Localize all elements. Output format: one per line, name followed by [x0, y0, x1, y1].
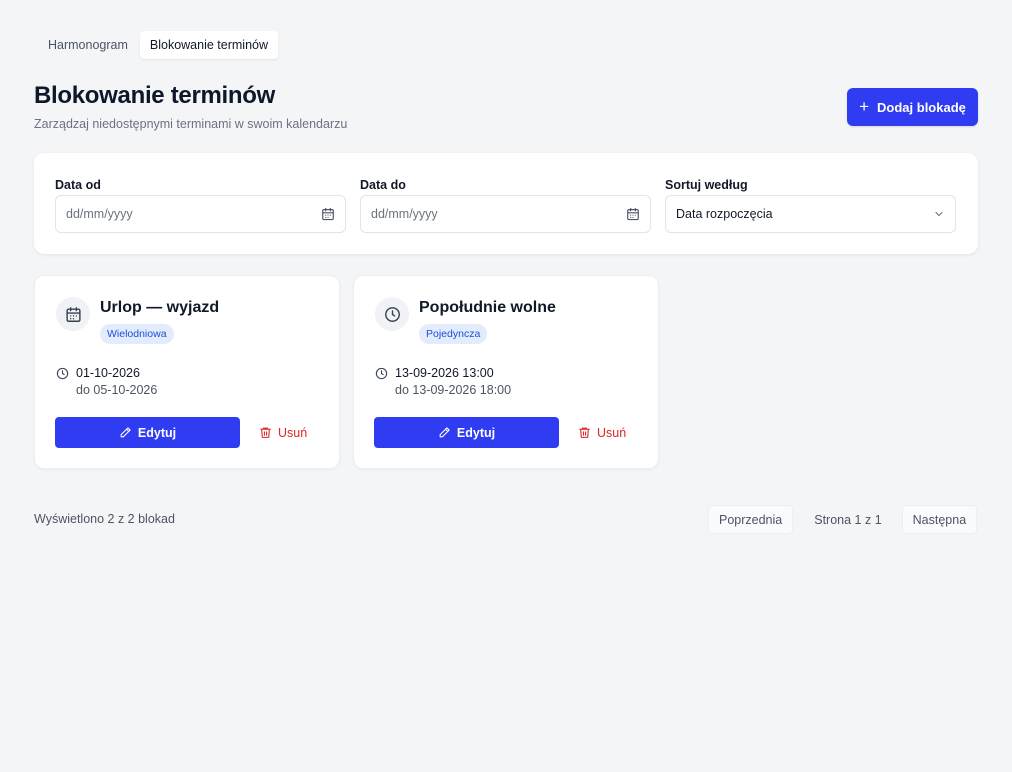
edit-button[interactable]: Edytuj [55, 417, 240, 448]
block-title: Popołudnie wolne [419, 299, 556, 316]
calendar-icon[interactable] [626, 207, 640, 221]
calendar-icon[interactable] [321, 207, 335, 221]
delete-button[interactable]: Usuń [255, 417, 311, 448]
card-icon-wrapper [375, 297, 409, 331]
edit-button-label: Edytuj [456, 425, 496, 440]
block-date-from: 01-10-2026 [76, 366, 140, 380]
pencil-icon [439, 427, 450, 438]
block-date-to: do 13-09-2026 18:00 [395, 383, 512, 397]
date-to-input[interactable]: dd/mm/yyyy [360, 195, 651, 233]
sort-label: Sortuj według [665, 178, 748, 192]
tab-harmonogram[interactable]: Harmonogram [38, 31, 138, 59]
tab-blokowanie-terminow[interactable]: Blokowanie terminów [139, 31, 278, 59]
date-to-label: Data do [360, 178, 406, 192]
view-tabs: Harmonogram Blokowanie terminów [38, 31, 278, 59]
delete-button-label: Usuń [278, 425, 308, 440]
date-to-field: Data do dd/mm/yyyy [360, 178, 651, 233]
chevron-down-icon [935, 211, 943, 217]
pagination: Poprzednia Strona 1 z 1 Następna [708, 505, 978, 534]
block-date-from: 13-09-2026 13:00 [395, 366, 494, 380]
page-info: Strona 1 z 1 [814, 512, 882, 527]
block-type-badge: Wielodniowa [100, 324, 174, 344]
delete-button-label: Usuń [597, 425, 627, 440]
pencil-icon [120, 427, 131, 438]
block-type-badge: Pojedyncza [419, 324, 488, 344]
trash-icon [260, 427, 271, 438]
results-count: Wyświetlono 2 z 2 blokad [34, 512, 175, 526]
clock-icon [384, 306, 400, 322]
plus-icon: + [859, 96, 870, 116]
date-from-label: Data od [55, 178, 101, 192]
filter-panel: Data od dd/mm/yyyy Data do dd/mm/yyyy So… [34, 153, 978, 254]
previous-page-button[interactable]: Poprzednia [708, 505, 794, 534]
delete-button[interactable]: Usuń [574, 417, 630, 448]
trash-icon [579, 427, 590, 438]
block-date-to: do 05-10-2026 [76, 383, 158, 397]
block-card: Urlop — wyjazd Wielodniowa 01-10-2026 do… [34, 275, 340, 469]
page-subtitle: Zarządzaj niedostępnymi terminami w swoi… [34, 117, 348, 131]
block-title: Urlop — wyjazd [100, 299, 220, 316]
date-from-placeholder: dd/mm/yyyy [66, 207, 133, 221]
next-page-button[interactable]: Następna [901, 505, 978, 534]
sort-select[interactable]: Data rozpoczęcia [665, 195, 956, 233]
add-block-button[interactable]: + Dodaj blokadę [847, 88, 978, 126]
block-card: Popołudnie wolne Pojedyncza 13-09-2026 1… [353, 275, 659, 469]
card-icon-wrapper [56, 297, 90, 331]
clock-icon [56, 367, 69, 380]
date-to-placeholder: dd/mm/yyyy [371, 207, 438, 221]
page-title: Blokowanie terminów [34, 82, 276, 109]
sort-field: Sortuj według Data rozpoczęcia [665, 178, 956, 233]
clock-icon [375, 367, 388, 380]
edit-button[interactable]: Edytuj [374, 417, 559, 448]
calendar-icon [65, 306, 81, 322]
date-from-input[interactable]: dd/mm/yyyy [55, 195, 346, 233]
edit-button-label: Edytuj [137, 425, 177, 440]
date-from-field: Data od dd/mm/yyyy [55, 178, 346, 233]
add-block-button-label: Dodaj blokadę [877, 99, 966, 115]
sort-selected-value: Data rozpoczęcia [676, 207, 773, 221]
